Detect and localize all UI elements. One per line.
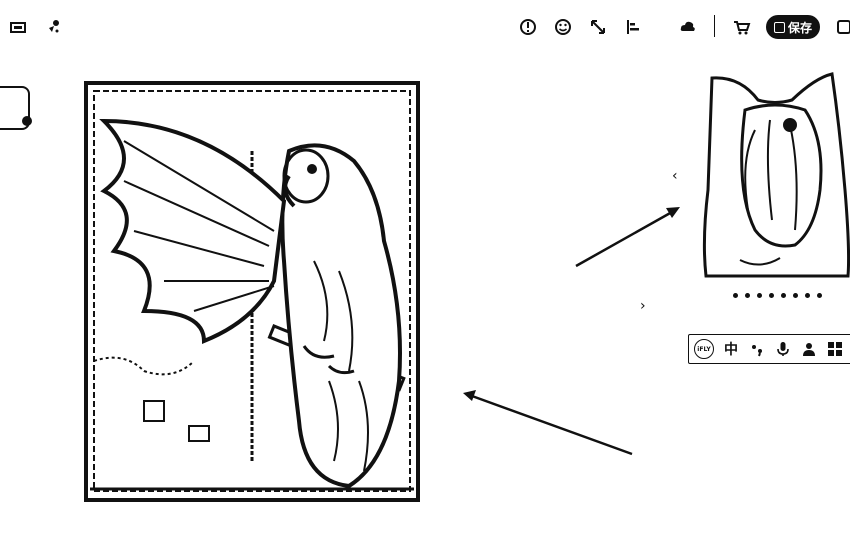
microphone-icon[interactable] [774, 341, 792, 357]
ime-logo[interactable]: iFLY [694, 339, 714, 359]
carousel-dot[interactable] [781, 293, 786, 298]
carousel-dot[interactable] [805, 293, 810, 298]
ime-language-toggle[interactable]: 中 [722, 339, 740, 359]
prev-slide-button[interactable]: ‹ [672, 168, 678, 184]
carousel-dot[interactable] [757, 293, 762, 298]
preview-thumbnail[interactable] [700, 70, 850, 278]
carousel-dot[interactable] [769, 293, 774, 298]
carousel-dot[interactable] [745, 293, 750, 298]
carousel-dot[interactable] [793, 293, 798, 298]
apps-grid-icon[interactable] [826, 341, 844, 357]
next-slide-button[interactable]: › [640, 298, 646, 314]
carousel-dots[interactable] [733, 293, 822, 298]
carousel-dot[interactable] [733, 293, 738, 298]
carousel-dot[interactable] [817, 293, 822, 298]
ime-toolbar: iFLY 中 [688, 334, 850, 364]
user-icon[interactable] [800, 341, 818, 357]
punctuation-icon[interactable] [748, 341, 766, 357]
